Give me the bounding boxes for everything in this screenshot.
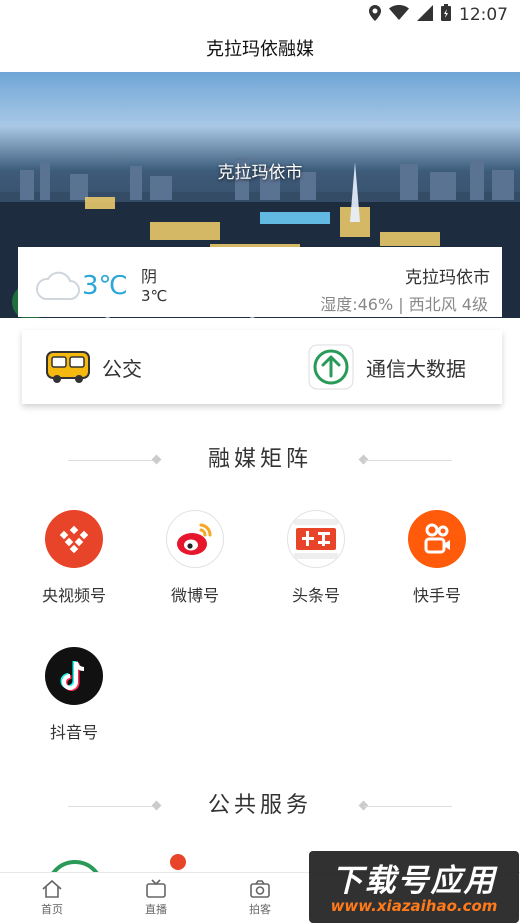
watermark-overlay: 下载号应用 www.xiazaihao.com	[309, 851, 519, 923]
media-label: 快手号	[412, 586, 461, 605]
telecom-bigdata-link[interactable]: 通信大数据	[308, 330, 466, 404]
signal-icon	[417, 4, 433, 26]
media-label: 头条号	[291, 586, 340, 605]
watermark-url: www.xiazaihao.com	[330, 897, 498, 915]
bus-label: 公交	[102, 356, 142, 381]
weibo-icon	[166, 510, 224, 568]
weather-card[interactable]: 3℃ 阴 3℃ 克拉玛依市 湿度:46% | 西北风 4级	[18, 247, 502, 317]
quick-links: 公交 通信大数据	[22, 330, 502, 404]
media-item-douyin[interactable]: 抖音号	[29, 647, 119, 743]
camera-icon	[230, 877, 290, 901]
battery-icon	[441, 4, 451, 26]
weather-detail: 湿度:46% | 西北风 4级	[320, 295, 488, 314]
weather-condition: 阴	[141, 267, 158, 286]
page-title: 克拉玛依融媒	[0, 28, 520, 72]
media-item-kuaishou[interactable]: 快手号	[392, 510, 482, 606]
media-label: 央视频号	[41, 586, 106, 605]
douyin-icon	[45, 647, 103, 705]
media-item-cctv[interactable]: 央视频号	[29, 510, 119, 606]
telecom-bigdata-label: 通信大数据	[366, 356, 466, 381]
watermark-title: 下载号应用	[331, 863, 497, 899]
bus-icon	[46, 350, 90, 384]
weather-city: 克拉玛依市	[405, 268, 490, 288]
public-service-heading: 公共服务	[0, 786, 520, 826]
media-label: 抖音号	[49, 723, 98, 742]
banner-caption: 克拉玛依市	[217, 163, 303, 183]
toutiao-icon	[287, 510, 345, 568]
wifi-icon	[389, 5, 409, 25]
status-bar: 12:07	[0, 0, 520, 28]
tab-home[interactable]: 首页	[22, 877, 82, 917]
home-icon	[22, 877, 82, 901]
arrow-up-circle-icon	[308, 344, 354, 390]
media-label: 微博号	[170, 586, 219, 605]
tab-label: 直播	[145, 903, 167, 916]
tv-icon	[126, 877, 186, 901]
tab-label: 首页	[41, 903, 63, 916]
cctv-video-icon	[45, 510, 103, 568]
cloud-icon	[34, 269, 80, 305]
media-matrix-heading: 融媒矩阵	[0, 440, 520, 480]
bus-link[interactable]: 公交	[46, 330, 142, 404]
media-item-weibo[interactable]: 微博号	[150, 510, 240, 606]
clock: 12:07	[459, 5, 508, 25]
media-item-toutiao[interactable]: 头条号	[271, 510, 361, 606]
kuaishou-icon	[408, 510, 466, 568]
location-icon	[369, 4, 381, 26]
tab-label: 拍客	[249, 903, 271, 916]
tab-live[interactable]: 直播	[126, 877, 186, 917]
temperature: 3℃	[82, 271, 128, 301]
service-item-partial[interactable]	[170, 854, 186, 870]
tab-paike[interactable]: 拍客	[230, 877, 290, 917]
temperature-small: 3℃	[141, 287, 168, 305]
